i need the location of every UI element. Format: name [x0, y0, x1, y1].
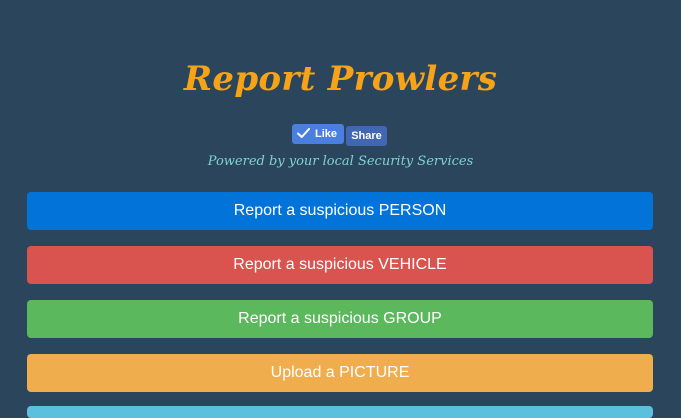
page: Report Prowlers Like Share Powered by yo… — [0, 0, 681, 418]
social-buttons: Like Share — [292, 124, 387, 146]
report-vehicle-button[interactable]: Report a suspicious VEHICLE — [27, 246, 653, 284]
like-button[interactable]: Like — [292, 124, 344, 144]
page-title: Report Prowlers — [183, 59, 498, 99]
report-group-button[interactable]: Report a suspicious GROUP — [27, 300, 653, 338]
share-button[interactable]: Share — [346, 126, 387, 146]
check-icon — [297, 127, 315, 142]
report-person-button[interactable]: Report a suspicious PERSON — [27, 192, 653, 230]
page-subtitle: Powered by your local Security Services — [207, 154, 474, 169]
like-label: Like — [315, 128, 338, 140]
upload-picture-button[interactable]: Upload a PICTURE — [27, 354, 653, 392]
partially-visible-button[interactable] — [27, 406, 653, 418]
